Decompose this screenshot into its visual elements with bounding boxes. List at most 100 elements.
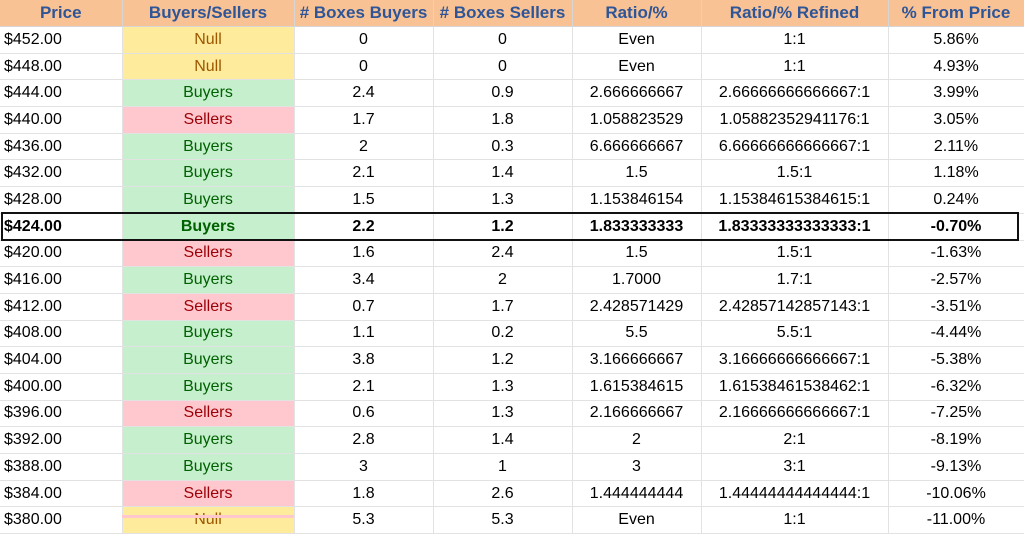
ratio-cell[interactable]: 6.666666667 <box>572 133 702 161</box>
boxes-buyers-cell[interactable]: 2.1 <box>294 159 434 188</box>
ratio-cell[interactable]: 1.5 <box>572 240 702 268</box>
buyers-sellers-cell[interactable]: Buyers <box>122 346 295 374</box>
price-cell[interactable]: $384.00 <box>0 480 123 508</box>
buyers-sellers-cell[interactable]: Buyers <box>122 453 295 481</box>
pct-from-price-cell[interactable]: -1.63% <box>888 240 1024 268</box>
ratio-cell[interactable]: 1.5 <box>572 159 702 188</box>
pct-from-price-cell[interactable]: -5.38% <box>888 346 1024 374</box>
ratio-cell[interactable]: 1.833333333 <box>572 213 702 241</box>
boxes-buyers-cell[interactable]: 1.1 <box>294 320 434 348</box>
price-cell[interactable]: $404.00 <box>0 346 123 374</box>
boxes-sellers-cell[interactable]: 1.3 <box>433 186 573 214</box>
price-cell[interactable]: $416.00 <box>0 266 123 294</box>
boxes-sellers-cell[interactable]: 2 <box>433 266 573 294</box>
boxes-sellers-cell[interactable]: 1 <box>433 453 573 481</box>
ratio-cell[interactable]: Even <box>572 53 702 81</box>
boxes-sellers-cell[interactable]: 2.6 <box>433 480 573 508</box>
price-cell[interactable]: $436.00 <box>0 133 123 161</box>
buyers-sellers-cell[interactable]: Buyers <box>122 426 295 454</box>
ratio-cell[interactable]: 1.058823529 <box>572 106 702 134</box>
ratio-cell[interactable]: 1.153846154 <box>572 186 702 214</box>
price-cell[interactable]: $440.00 <box>0 106 123 134</box>
buyers-sellers-cell[interactable]: Sellers <box>122 480 295 508</box>
ratio-cell[interactable]: 3 <box>572 453 702 481</box>
header-ratio-refined[interactable]: Ratio/% Refined <box>701 0 889 27</box>
pct-from-price-cell[interactable]: -11.00% <box>888 506 1024 534</box>
boxes-sellers-cell[interactable]: 0.2 <box>433 320 573 348</box>
ratio-cell[interactable]: 1.615384615 <box>572 373 702 401</box>
buyers-sellers-cell[interactable]: Buyers <box>122 213 295 241</box>
boxes-buyers-cell[interactable]: 0 <box>294 53 434 81</box>
ratio-refined-cell[interactable]: 2.66666666666667:1 <box>701 79 889 108</box>
price-cell[interactable]: $452.00 <box>0 26 123 54</box>
ratio-cell[interactable]: 2.166666667 <box>572 400 702 428</box>
buyers-sellers-cell[interactable]: Null <box>122 26 295 54</box>
buyers-sellers-cell[interactable]: Buyers <box>122 266 295 294</box>
pct-from-price-cell[interactable]: -4.44% <box>888 320 1024 348</box>
price-cell[interactable]: $380.00 <box>0 506 123 534</box>
price-cell[interactable]: $412.00 <box>0 293 123 321</box>
boxes-buyers-cell[interactable]: 2 <box>294 133 434 161</box>
pct-from-price-cell[interactable]: 2.11% <box>888 133 1024 161</box>
ratio-refined-cell[interactable]: 3:1 <box>701 453 889 481</box>
ratio-refined-cell[interactable]: 2.16666666666667:1 <box>701 400 889 428</box>
pct-from-price-cell[interactable]: -3.51% <box>888 293 1024 321</box>
price-cell[interactable]: $444.00 <box>0 79 123 108</box>
boxes-buyers-cell[interactable]: 2.2 <box>294 213 434 241</box>
boxes-sellers-cell[interactable]: 1.4 <box>433 159 573 188</box>
pct-from-price-cell[interactable]: -0.70% <box>888 213 1024 241</box>
ratio-cell[interactable]: Even <box>572 26 702 54</box>
ratio-cell[interactable]: 2.666666667 <box>572 79 702 108</box>
ratio-refined-cell[interactable]: 2:1 <box>701 426 889 454</box>
ratio-refined-cell[interactable]: 1.05882352941176:1 <box>701 106 889 134</box>
buyers-sellers-cell[interactable]: Buyers <box>122 186 295 214</box>
price-cell[interactable]: $400.00 <box>0 373 123 401</box>
ratio-refined-cell[interactable]: 1:1 <box>701 53 889 81</box>
ratio-refined-cell[interactable]: 1.5:1 <box>701 240 889 268</box>
buyers-sellers-cell[interactable]: Buyers <box>122 373 295 401</box>
buyers-sellers-cell[interactable]: Buyers <box>122 79 295 108</box>
ratio-cell[interactable]: 3.166666667 <box>572 346 702 374</box>
boxes-sellers-cell[interactable]: 0.9 <box>433 79 573 108</box>
ratio-refined-cell[interactable]: 1:1 <box>701 26 889 54</box>
buyers-sellers-cell[interactable]: Buyers <box>122 320 295 348</box>
header-ratio[interactable]: Ratio/% <box>572 0 702 27</box>
ratio-refined-cell[interactable]: 2.42857142857143:1 <box>701 293 889 321</box>
buyers-sellers-cell[interactable]: Buyers <box>122 159 295 188</box>
pct-from-price-cell[interactable]: -8.19% <box>888 426 1024 454</box>
boxes-buyers-cell[interactable]: 3 <box>294 453 434 481</box>
boxes-sellers-cell[interactable]: 1.8 <box>433 106 573 134</box>
boxes-sellers-cell[interactable]: 1.3 <box>433 373 573 401</box>
pct-from-price-cell[interactable]: 5.86% <box>888 26 1024 54</box>
boxes-sellers-cell[interactable]: 1.2 <box>433 346 573 374</box>
boxes-sellers-cell[interactable]: 0.3 <box>433 133 573 161</box>
boxes-sellers-cell[interactable]: 5.3 <box>433 506 573 534</box>
ratio-cell[interactable]: 1.444444444 <box>572 480 702 508</box>
ratio-cell[interactable]: 5.5 <box>572 320 702 348</box>
boxes-buyers-cell[interactable]: 0.6 <box>294 400 434 428</box>
pct-from-price-cell[interactable]: -9.13% <box>888 453 1024 481</box>
ratio-refined-cell[interactable]: 6.66666666666667:1 <box>701 133 889 161</box>
header-buyers-sellers[interactable]: Buyers/Sellers <box>122 0 295 27</box>
header-boxes-sellers[interactable]: # Boxes Sellers <box>433 0 573 27</box>
ratio-cell[interactable]: Even <box>572 506 702 534</box>
boxes-buyers-cell[interactable]: 1.6 <box>294 240 434 268</box>
pct-from-price-cell[interactable]: 3.05% <box>888 106 1024 134</box>
boxes-buyers-cell[interactable]: 3.4 <box>294 266 434 294</box>
header-pct-from-price[interactable]: % From Price <box>888 0 1024 27</box>
buyers-sellers-cell[interactable]: Sellers <box>122 240 295 268</box>
ratio-refined-cell[interactable]: 5.5:1 <box>701 320 889 348</box>
boxes-buyers-cell[interactable]: 1.8 <box>294 480 434 508</box>
buyers-sellers-cell[interactable]: Null <box>122 53 295 81</box>
pct-from-price-cell[interactable]: -2.57% <box>888 266 1024 294</box>
boxes-buyers-cell[interactable]: 2.1 <box>294 373 434 401</box>
pct-from-price-cell[interactable]: 4.93% <box>888 53 1024 81</box>
boxes-buyers-cell[interactable]: 0.7 <box>294 293 434 321</box>
price-cell[interactable]: $424.00 <box>0 213 123 241</box>
ratio-cell[interactable]: 2.428571429 <box>572 293 702 321</box>
header-price[interactable]: Price <box>0 0 123 27</box>
price-cell[interactable]: $388.00 <box>0 453 123 481</box>
boxes-buyers-cell[interactable]: 3.8 <box>294 346 434 374</box>
price-cell[interactable]: $448.00 <box>0 53 123 81</box>
buyers-sellers-cell[interactable]: Sellers <box>122 106 295 134</box>
